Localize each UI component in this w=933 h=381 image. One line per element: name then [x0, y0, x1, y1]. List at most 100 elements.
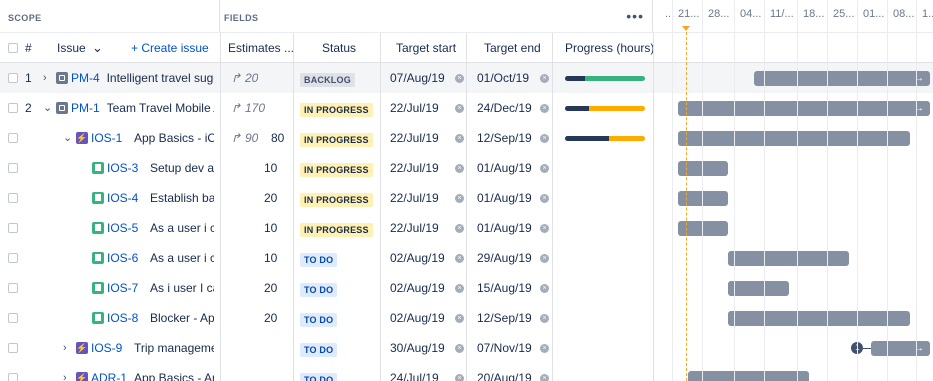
issue-key-link[interactable]: IOS-7 — [107, 273, 138, 303]
target-start-column-header[interactable]: Target start — [396, 33, 456, 63]
expand-chevron-icon[interactable]: › — [63, 363, 67, 381]
target-end-date[interactable]: 29/Aug/19 — [477, 243, 532, 273]
status-badge[interactable]: BACKLOG — [300, 73, 355, 87]
status-badge[interactable]: IN PROGRESS — [300, 133, 373, 147]
expand-chevron-icon[interactable]: ⌄ — [43, 93, 52, 123]
target-end-date[interactable]: 20/Aug/19 — [477, 363, 532, 381]
target-end-date[interactable]: 07/Nov/19 — [477, 333, 532, 363]
clear-start-icon[interactable]: × — [455, 314, 464, 323]
status-badge[interactable]: TO DO — [300, 343, 338, 357]
schedule-bar[interactable]: → — [871, 341, 930, 356]
clear-end-icon[interactable]: × — [540, 344, 549, 353]
estimate-value[interactable]: 10 — [264, 243, 277, 273]
expand-chevron-icon[interactable]: › — [63, 333, 67, 363]
issue-key-link[interactable]: PM-4 — [71, 63, 100, 93]
clear-end-icon[interactable]: × — [540, 284, 549, 293]
issue-key-link[interactable]: IOS-4 — [107, 183, 138, 213]
issue-title[interactable]: As a user i can — [150, 213, 214, 243]
row-checkbox[interactable] — [8, 223, 18, 233]
issue-title[interactable]: Team Travel Mobile Ap — [107, 93, 214, 123]
target-start-date[interactable]: 07/Aug/19 — [390, 63, 445, 93]
estimate-rollup-value[interactable]: 170 — [245, 93, 265, 123]
schedule-bar[interactable] — [728, 251, 850, 266]
status-badge[interactable]: TO DO — [300, 373, 338, 381]
status-badge[interactable]: IN PROGRESS — [300, 103, 373, 117]
estimate-rollup-value[interactable]: 90 — [245, 123, 258, 153]
issue-column-header[interactable]: Issue — [57, 33, 86, 63]
clear-start-icon[interactable]: × — [455, 104, 464, 113]
target-start-date[interactable]: 24/Jul/19 — [390, 363, 439, 381]
row-checkbox[interactable] — [8, 283, 18, 293]
target-end-column-header[interactable]: Target end — [484, 33, 541, 63]
schedule-bar[interactable] — [678, 131, 910, 146]
target-end-date[interactable]: 01/Aug/19 — [477, 213, 532, 243]
issue-title[interactable]: App Basics - iOS — [134, 123, 214, 153]
estimate-value[interactable]: 10 — [264, 213, 277, 243]
schedule-bar[interactable]: → — [678, 101, 930, 116]
issue-key-link[interactable]: IOS-9 — [91, 333, 122, 363]
issue-key-link[interactable]: IOS-3 — [107, 153, 138, 183]
target-start-date[interactable]: 02/Aug/19 — [390, 273, 445, 303]
target-start-date[interactable]: 02/Aug/19 — [390, 303, 445, 333]
row-checkbox[interactable] — [8, 163, 18, 173]
clear-start-icon[interactable]: × — [455, 74, 464, 83]
clear-start-icon[interactable]: × — [455, 164, 464, 173]
estimate-value[interactable]: 20 — [264, 183, 277, 213]
status-badge[interactable]: IN PROGRESS — [300, 193, 373, 207]
estimate-rollup-value[interactable]: 20 — [245, 63, 258, 93]
more-options-icon[interactable]: ••• — [626, 8, 644, 24]
expand-chevron-icon[interactable]: ⌄ — [63, 123, 72, 153]
row-checkbox[interactable] — [8, 343, 18, 353]
row-checkbox[interactable] — [8, 133, 18, 143]
estimate-value[interactable]: 20 — [264, 303, 277, 333]
target-end-date[interactable]: 12/Sep/19 — [477, 303, 532, 333]
clear-start-icon[interactable]: × — [455, 254, 464, 263]
row-checkbox[interactable] — [8, 313, 18, 323]
clear-end-icon[interactable]: × — [540, 74, 549, 83]
issue-title[interactable]: Blocker - App B — [150, 303, 214, 333]
select-all-checkbox[interactable] — [8, 43, 18, 53]
issue-key-link[interactable]: IOS-5 — [107, 213, 138, 243]
target-start-date[interactable]: 22/Jul/19 — [390, 123, 439, 153]
status-badge[interactable]: TO DO — [300, 313, 338, 327]
target-start-date[interactable]: 22/Jul/19 — [390, 183, 439, 213]
status-badge[interactable]: TO DO — [300, 253, 338, 267]
clear-start-icon[interactable]: × — [455, 134, 464, 143]
issue-title[interactable]: Intelligent travel sugg — [107, 63, 214, 93]
status-badge[interactable]: TO DO — [300, 283, 338, 297]
status-column-header[interactable]: Status — [322, 33, 356, 63]
target-end-date[interactable]: 01/Oct/19 — [477, 63, 529, 93]
schedule-bar[interactable] — [728, 281, 789, 296]
clear-end-icon[interactable]: × — [540, 254, 549, 263]
clear-start-icon[interactable]: × — [455, 344, 464, 353]
schedule-bar[interactable]: → — [753, 71, 930, 86]
clear-end-icon[interactable]: × — [540, 194, 549, 203]
clear-start-icon[interactable]: × — [455, 224, 464, 233]
clear-end-icon[interactable]: × — [540, 374, 549, 381]
clear-start-icon[interactable]: × — [455, 284, 464, 293]
status-badge[interactable]: IN PROGRESS — [300, 223, 373, 237]
target-start-date[interactable]: 30/Aug/19 — [390, 333, 445, 363]
estimate-value[interactable]: 10 — [264, 153, 277, 183]
clear-start-icon[interactable]: × — [455, 374, 464, 381]
estimate-value[interactable]: 20 — [264, 273, 277, 303]
target-start-date[interactable]: 22/Jul/19 — [390, 213, 439, 243]
create-issue-button[interactable]: + Create issue — [131, 33, 209, 63]
estimates-column-header[interactable]: Estimates ... — [228, 33, 294, 63]
issue-title[interactable]: Establish basic — [150, 183, 214, 213]
clear-end-icon[interactable]: × — [540, 314, 549, 323]
row-checkbox[interactable] — [8, 373, 18, 381]
issue-title[interactable]: As a user i can — [150, 243, 214, 273]
issue-title[interactable]: Trip management — [134, 333, 214, 363]
issue-key-link[interactable]: IOS-1 — [91, 123, 122, 153]
target-start-date[interactable]: 22/Jul/19 — [390, 153, 439, 183]
issue-sort-chevron-icon[interactable]: ⌄ — [92, 33, 103, 63]
row-checkbox[interactable] — [8, 193, 18, 203]
progress-column-header[interactable]: Progress (hours) — [565, 33, 654, 63]
clear-start-icon[interactable]: × — [455, 194, 464, 203]
issue-key-link[interactable]: IOS-6 — [107, 243, 138, 273]
clear-end-icon[interactable]: × — [540, 134, 549, 143]
issue-title[interactable]: Setup dev anc — [150, 153, 214, 183]
target-end-date[interactable]: 15/Aug/19 — [477, 273, 532, 303]
target-end-date[interactable]: 12/Sep/19 — [477, 123, 532, 153]
